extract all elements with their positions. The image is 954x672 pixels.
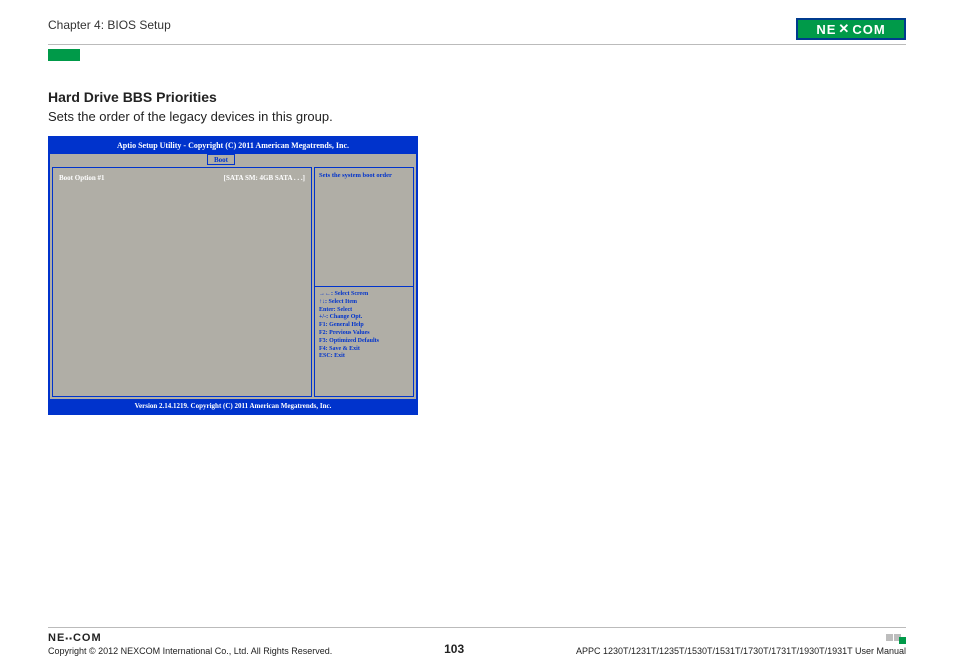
legend-line: F4: Save & Exit	[319, 346, 409, 354]
nexcom-logo-top: NE✕COM	[796, 18, 906, 40]
bios-side-panel: Sets the system boot order →←: Select Sc…	[314, 167, 414, 397]
bios-help-text: Sets the system boot order	[314, 167, 414, 287]
legend-line: →←: Select Screen	[319, 291, 409, 299]
boot-option-label: Boot Option #1	[59, 174, 105, 390]
legend-line: Enter: Select	[319, 307, 409, 315]
section-description: Sets the order of the legacy devices in …	[48, 109, 906, 124]
nexcom-logo-bottom: NE▪▪COM	[48, 632, 332, 644]
legend-line: F3: Optimized Defaults	[319, 338, 409, 346]
legend-line: ESC: Exit	[319, 353, 409, 361]
bios-utility-header: Aptio Setup Utility - Copyright (C) 2011…	[50, 138, 416, 153]
boot-option-value: [SATA SM: 4GB SATA . . .]	[224, 174, 305, 390]
page-header: Chapter 4: BIOS Setup NE✕COM	[48, 18, 906, 45]
legend-line: F1: General Help	[319, 322, 409, 330]
chapter-title: Chapter 4: BIOS Setup	[48, 18, 171, 32]
bios-body: Boot Option #1 [SATA SM: 4GB SATA . . .]…	[50, 165, 416, 399]
bios-screenshot: Aptio Setup Utility - Copyright (C) 2011…	[48, 136, 418, 415]
bios-tab-bar: Boot	[50, 153, 416, 165]
copyright-text: Copyright © 2012 NEXCOM International Co…	[48, 646, 332, 656]
page-number: 103	[444, 642, 464, 656]
bios-tab-boot: Boot	[207, 154, 235, 165]
main-content: Hard Drive BBS Priorities Sets the order…	[48, 89, 906, 415]
page-footer: NE▪▪COM Copyright © 2012 NEXCOM Internat…	[48, 627, 906, 656]
footer-squares-icon	[576, 634, 906, 644]
section-title: Hard Drive BBS Priorities	[48, 89, 906, 105]
legend-line: +/-: Change Opt.	[319, 314, 409, 322]
legend-line: F2: Previous Values	[319, 330, 409, 338]
green-accent-tab	[48, 49, 80, 61]
bios-main-panel: Boot Option #1 [SATA SM: 4GB SATA . . .]	[52, 167, 312, 397]
manual-title: APPC 1230T/1231T/1235T/1530T/1531T/1730T…	[576, 646, 906, 656]
bios-version-footer: Version 2.14.1219. Copyright (C) 2011 Am…	[50, 399, 416, 413]
legend-line: ↑↓: Select Item	[319, 299, 409, 307]
bios-key-legend: →←: Select Screen ↑↓: Select Item Enter:…	[314, 287, 414, 397]
